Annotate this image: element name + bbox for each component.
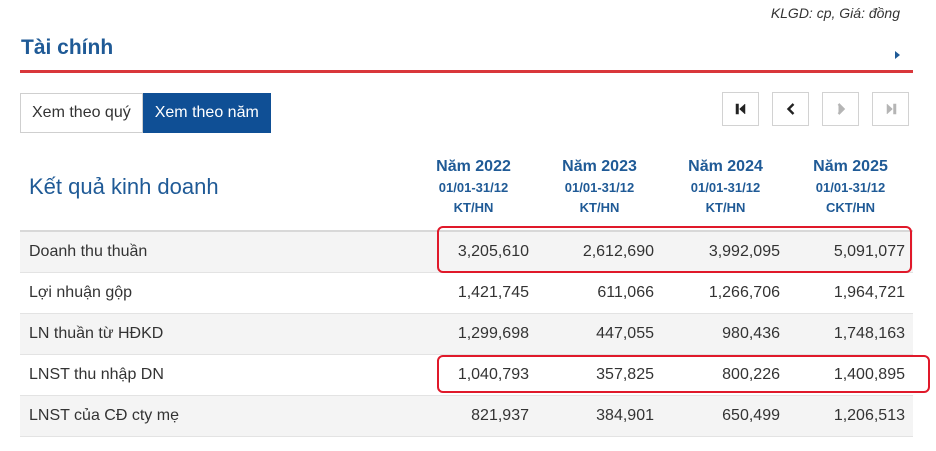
view-toggle: Xem theo quý Xem theo năm xyxy=(20,93,271,133)
column-year: Năm 2024 xyxy=(688,158,763,175)
first-page-button[interactable] xyxy=(722,92,759,126)
view-by-quarter-button[interactable]: Xem theo quý xyxy=(20,93,143,133)
column-period: 01/01-31/12 xyxy=(438,180,509,195)
column-period: 01/01-31/12 xyxy=(564,180,635,195)
row-value: 1,964,721 xyxy=(833,284,905,301)
column-year: Năm 2023 xyxy=(562,158,637,175)
table-header: Kết quả kinh doanh Năm 2022 01/01-31/12 … xyxy=(20,154,913,232)
previous-page-button[interactable] xyxy=(772,92,809,126)
row-label: LNST thu nhập DN xyxy=(29,366,164,383)
column-header-2024[interactable]: Năm 2024 01/01-31/12 KT/HN xyxy=(663,156,788,218)
pager xyxy=(722,92,909,126)
row-value: 1,748,163 xyxy=(833,325,905,342)
net-profit-highlight-box xyxy=(437,355,930,393)
next-page-button[interactable] xyxy=(822,92,859,126)
row-label: LN thuần từ HĐKD xyxy=(29,325,164,342)
column-header-2023[interactable]: Năm 2023 01/01-31/12 KT/HN xyxy=(537,156,662,218)
report-title: Kết quả kinh doanh xyxy=(29,174,219,199)
column-header-2022[interactable]: Năm 2022 01/01-31/12 KT/HN xyxy=(411,156,536,218)
section-title: Tài chính xyxy=(21,36,114,59)
table-row[interactable]: LN thuần từ HĐKD 1,299,698 447,055 980,4… xyxy=(20,314,913,355)
row-value: 1,299,698 xyxy=(457,325,529,342)
column-period: 01/01-31/12 xyxy=(815,180,886,195)
chevron-left-icon xyxy=(786,103,794,115)
chevron-right-icon xyxy=(837,103,845,115)
column-period: 01/01-31/12 xyxy=(690,180,761,195)
expand-arrow-icon[interactable] xyxy=(895,51,900,59)
row-label: LNST của CĐ cty mẹ xyxy=(29,407,179,424)
row-value: 1,206,513 xyxy=(833,407,905,424)
column-audit: CKT/HN xyxy=(825,200,876,215)
last-page-button[interactable] xyxy=(872,92,909,126)
row-value: 611,066 xyxy=(597,284,654,301)
skip-last-icon xyxy=(886,103,896,115)
row-value: 384,901 xyxy=(596,407,654,424)
view-by-year-button[interactable]: Xem theo năm xyxy=(142,93,271,133)
row-label: Doanh thu thuần xyxy=(29,243,148,260)
row-value: 447,055 xyxy=(596,325,654,342)
revenue-highlight-box xyxy=(437,226,912,273)
table-row[interactable]: Lợi nhuận gộp 1,421,745 611,066 1,266,70… xyxy=(20,273,913,314)
column-header-2025[interactable]: Năm 2025 01/01-31/12 CKT/HN xyxy=(788,156,913,218)
financial-results-table: Kết quả kinh doanh Năm 2022 01/01-31/12 … xyxy=(20,154,913,437)
row-label: Lợi nhuận gộp xyxy=(29,284,133,301)
column-audit: KT/HN xyxy=(705,200,746,215)
table-row[interactable]: LNST của CĐ cty mẹ 821,937 384,901 650,4… xyxy=(20,396,913,437)
row-value: 821,937 xyxy=(471,407,529,424)
column-year: Năm 2025 xyxy=(813,158,888,175)
row-value: 980,436 xyxy=(722,325,780,342)
skip-first-icon xyxy=(735,103,745,115)
row-value: 1,266,706 xyxy=(708,284,780,301)
row-value: 650,499 xyxy=(722,407,780,424)
column-audit: KT/HN xyxy=(453,200,494,215)
column-audit: KT/HN xyxy=(579,200,620,215)
column-year: Năm 2022 xyxy=(436,158,511,175)
unit-note: KLGD: cp, Giá: đồng xyxy=(770,5,900,21)
row-value: 1,421,745 xyxy=(457,284,529,301)
title-divider xyxy=(20,70,913,73)
